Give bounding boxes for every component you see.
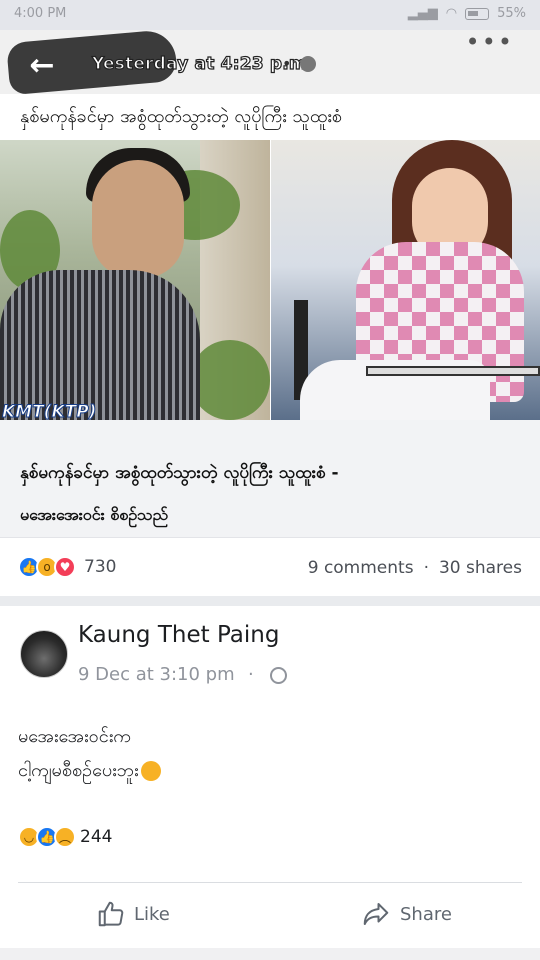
post-caption: နှစ်မကုန်ခင်မှာ အစွံထုတ်သွားတဲ့ လူပိုကြီ… (20, 106, 342, 127)
section-divider (0, 596, 540, 606)
comments-count[interactable]: 9 comments (308, 558, 414, 578)
status-bar: 4:00 PM ▂▄▆ ◠ 55% (0, 0, 540, 30)
comment-separator: · (248, 664, 254, 685)
comment-text-line2: ငါ့ကျမစီစဉ်ပေးဘူး (18, 758, 161, 785)
back-arrow-icon[interactable]: ← (20, 44, 64, 88)
link-subtitle: မအေးအေးဝင်း စိစဉ်သည် (20, 505, 169, 524)
comment-timestamp[interactable]: 9 Dec at 3:10 pm (78, 664, 235, 685)
comment-reaction-count: 244 (80, 827, 113, 847)
share-arrow-icon (363, 903, 389, 925)
stats-separator: · (423, 558, 429, 578)
engagement-stats: 9 comments · 30 shares (308, 558, 522, 578)
like-label: Like (134, 903, 170, 925)
link-title: နှစ်မကုန်ခင်မှာ အစွံထုတ်သွားတဲ့ လူပိုကြီ… (20, 463, 339, 483)
battery-level: 55% (497, 6, 526, 21)
photo-left-panel (0, 140, 270, 420)
globe-icon (270, 667, 287, 684)
more-icon[interactable]: ••• (466, 28, 514, 56)
comment-reaction-summary[interactable]: ◡ 👍 ︵ 244 (18, 826, 112, 848)
sad-reaction-icon: ︵ (54, 826, 76, 848)
reaction-summary[interactable]: 👍 o ♥ 730 (18, 556, 116, 578)
battery-icon (465, 7, 490, 20)
post-header: ← Yesterday at 4:23 p.m. • ••• (0, 28, 540, 96)
share-label: Share (400, 903, 452, 925)
comment-text-line2-text: ငါ့ကျမစီစဉ်ပေးဘူး (18, 760, 139, 781)
link-preview[interactable]: နှစ်မကုန်ခင်မှာ အစွံထုတ်သွားတဲ့ လူပိုကြီ… (0, 420, 540, 538)
comment-text-line1: မအေးအေးဝင်းက (18, 726, 131, 747)
wifi-icon: ◠ (445, 6, 458, 21)
love-reaction-icon: ♥ (54, 556, 76, 578)
thumbs-up-icon (98, 901, 124, 927)
signal-icon: ▂▄▆ (407, 6, 438, 21)
image-watermark: KMT(KTP) (1, 402, 97, 421)
shares-count[interactable]: 30 shares (439, 558, 522, 578)
bottom-strip (0, 948, 540, 960)
reaction-count: 730 (84, 557, 117, 577)
comment-author[interactable]: Kaung Thet Paing (78, 622, 279, 648)
action-divider (18, 882, 522, 883)
post-timestamp[interactable]: Yesterday at 4:23 p.m. (91, 53, 313, 74)
post-image[interactable]: KMT(KTP) (0, 140, 540, 420)
timestamp-separator: • (282, 54, 292, 73)
status-indicators: ▂▄▆ ◠ 55% (408, 6, 526, 21)
crying-emoji-icon (140, 761, 161, 781)
share-button[interactable]: Share (360, 898, 452, 930)
status-time: 4:00 PM (14, 6, 67, 21)
avatar[interactable] (20, 630, 68, 678)
like-button[interactable]: Like (96, 898, 170, 930)
globe-icon (300, 56, 316, 72)
